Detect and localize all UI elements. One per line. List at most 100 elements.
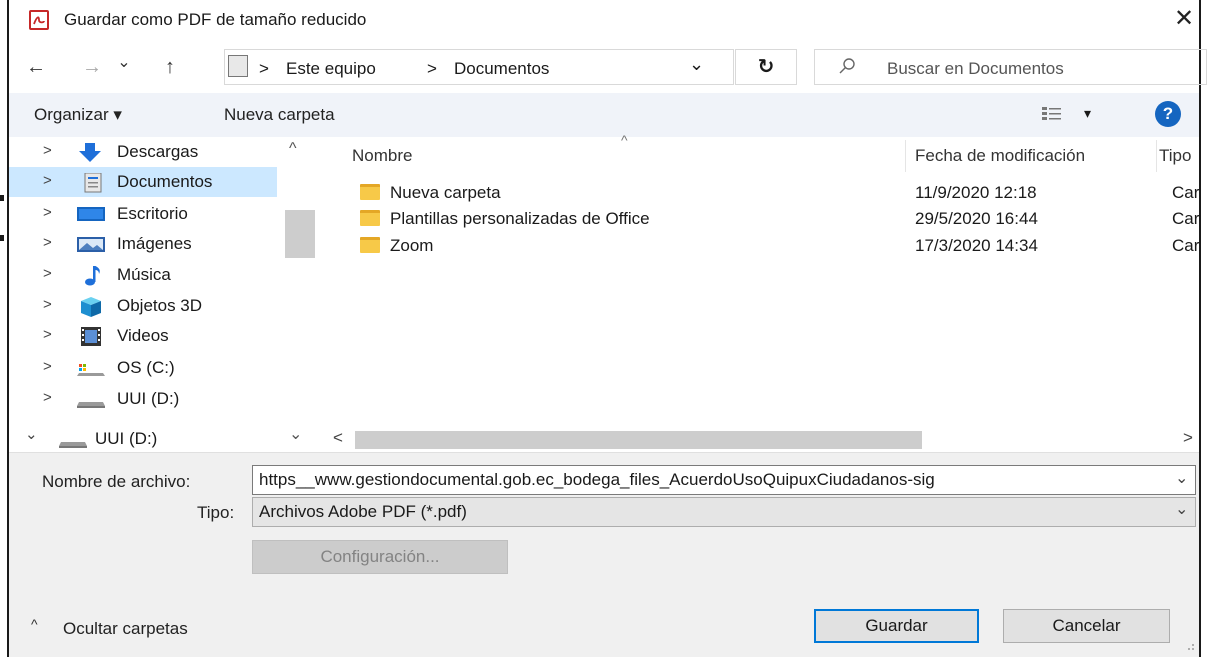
nav-item-label: Descargas xyxy=(117,142,199,161)
breadcrumb-separator: > xyxy=(427,59,437,78)
adobe-pdf-icon xyxy=(29,10,49,30)
file-name: Plantillas personalizadas de Office xyxy=(390,209,650,228)
folder-icon xyxy=(360,210,380,226)
background-window-edge xyxy=(0,235,4,241)
resize-grip-icon[interactable] xyxy=(1185,638,1195,650)
nav-item-uui-d[interactable]: > UUI (D:) xyxy=(9,384,277,414)
nav-scrollbar-thumb[interactable] xyxy=(285,210,315,258)
scroll-up-button[interactable]: ^ xyxy=(289,140,297,158)
collapse-arrow-icon[interactable]: ⌄ xyxy=(25,425,38,443)
horizontal-scrollbar-thumb[interactable] xyxy=(355,431,922,449)
nav-item-label: Música xyxy=(117,265,171,284)
nav-item-label: UUI (D:) xyxy=(117,389,180,408)
nav-item-label: OS (C:) xyxy=(117,358,175,377)
address-dropdown-button[interactable]: ⌄ xyxy=(689,54,704,75)
file-row[interactable]: Plantillas personalizadas de Office 29/5… xyxy=(352,208,1199,234)
column-header-modified[interactable]: Fecha de modificación xyxy=(915,146,1085,166)
background-window-edge xyxy=(0,195,4,201)
search-input[interactable]: Buscar en Documentos xyxy=(887,59,1064,79)
new-folder-button[interactable]: Nueva carpeta xyxy=(224,105,335,125)
nav-item-escritorio[interactable]: > Escritorio xyxy=(9,199,277,229)
breadcrumb-este-equipo[interactable]: Este equipo xyxy=(286,59,376,79)
nav-item-label: Objetos 3D xyxy=(117,296,203,315)
nav-item-label: UUI (D:) xyxy=(95,429,158,448)
sort-indicator-icon: ^ xyxy=(621,132,628,148)
nav-item-label: Escritorio xyxy=(117,204,188,223)
hide-folders-button[interactable]: Ocultar carpetas xyxy=(63,619,188,639)
column-header-type[interactable]: Tipo xyxy=(1159,146,1191,166)
file-type: Carpeta de archivos xyxy=(1172,236,1199,255)
filename-label: Nombre de archivo: xyxy=(42,472,191,491)
expand-arrow-icon[interactable]: > xyxy=(43,389,52,406)
music-icon xyxy=(77,266,105,286)
column-header-name[interactable]: Nombre xyxy=(352,146,412,166)
expand-arrow-icon[interactable]: > xyxy=(43,204,52,221)
expand-arrow-icon[interactable]: > xyxy=(43,142,52,159)
expand-arrow-icon[interactable]: > xyxy=(43,296,52,313)
scroll-right-button[interactable]: > xyxy=(1183,428,1193,448)
up-button[interactable]: ↑ xyxy=(157,52,183,82)
desktop-icon xyxy=(77,205,105,223)
nav-item-uui-d-expanded[interactable]: ⌄ UUI (D:) xyxy=(9,424,279,454)
drive-d-icon xyxy=(59,430,87,448)
nav-item-videos[interactable]: > Videos xyxy=(9,321,277,351)
recent-locations-button[interactable]: ⌄ xyxy=(113,48,135,78)
nav-item-os-c[interactable]: > OS (C:) xyxy=(9,353,277,383)
nav-item-label: Imágenes xyxy=(117,234,192,253)
column-divider[interactable] xyxy=(905,140,906,172)
file-type-dropdown-icon[interactable]: ⌄ xyxy=(1175,499,1188,519)
forward-button[interactable]: → xyxy=(79,52,105,82)
nav-item-objetos-3d[interactable]: > Objetos 3D xyxy=(9,291,277,321)
file-modified: 11/9/2020 12:18 xyxy=(915,183,1037,202)
view-options-icon[interactable] xyxy=(1041,105,1063,128)
file-name: Nueva carpeta xyxy=(390,183,501,202)
expand-arrow-icon[interactable]: > xyxy=(43,326,52,343)
nav-item-musica[interactable]: > Música xyxy=(9,260,277,290)
file-row[interactable]: Zoom 17/3/2020 14:34 Carpeta de archivos xyxy=(352,235,1199,261)
videos-icon xyxy=(77,327,105,346)
expand-arrow-icon[interactable]: > xyxy=(43,358,52,375)
expand-arrow-icon[interactable]: > xyxy=(43,265,52,282)
expand-arrow-icon[interactable]: > xyxy=(43,172,52,189)
file-row[interactable]: Nueva carpeta 11/9/2020 12:18 Carpeta de… xyxy=(352,182,1199,208)
help-button[interactable]: ? xyxy=(1155,101,1181,127)
scroll-left-button[interactable]: < xyxy=(333,428,343,448)
file-type-select[interactable]: Archivos Adobe PDF (*.pdf) xyxy=(252,497,1196,527)
hide-folders-icon[interactable]: ^ xyxy=(31,616,38,632)
expand-arrow-icon[interactable]: > xyxy=(43,234,52,251)
close-button[interactable]: ✕ xyxy=(1169,4,1199,34)
file-name: Zoom xyxy=(390,236,434,255)
drive-c-icon xyxy=(77,359,105,377)
nav-item-imagenes[interactable]: > Imágenes xyxy=(9,229,277,259)
search-icon xyxy=(837,56,857,81)
save-button[interactable]: Guardar xyxy=(814,609,979,643)
documents-icon xyxy=(77,172,105,193)
breadcrumb-documentos[interactable]: Documentos xyxy=(454,59,549,79)
nav-item-documentos[interactable]: > Documentos xyxy=(9,167,277,197)
drive-d-icon xyxy=(77,390,105,408)
scroll-down-button[interactable]: ⌄ xyxy=(289,424,302,444)
back-button[interactable]: ← xyxy=(21,52,51,82)
organize-button[interactable]: Organizar ▾ xyxy=(34,105,122,125)
nav-scrollbar[interactable] xyxy=(279,140,317,428)
file-modified: 17/3/2020 14:34 xyxy=(915,236,1038,255)
file-modified: 29/5/2020 16:44 xyxy=(915,209,1038,228)
pictures-icon xyxy=(77,235,105,253)
cancel-button[interactable]: Cancelar xyxy=(1003,609,1170,643)
downloads-icon xyxy=(77,143,105,162)
filename-dropdown-button[interactable]: ⌄ xyxy=(1175,468,1188,488)
nav-item-descargas[interactable]: > Descargas xyxy=(9,137,277,167)
3d-objects-icon xyxy=(77,297,105,317)
type-label: Tipo: xyxy=(197,503,235,522)
window-title: Guardar como PDF de tamaño reducido xyxy=(64,10,367,29)
filename-input[interactable]: https__www.gestiondocumental.gob.ec_bode… xyxy=(252,465,1196,495)
column-divider[interactable] xyxy=(1156,140,1157,172)
refresh-button[interactable]: ↻ xyxy=(735,49,797,85)
settings-button[interactable]: Configuración... xyxy=(252,540,508,574)
breadcrumb-separator: > xyxy=(259,59,269,78)
file-type: Carpeta de archivos xyxy=(1172,209,1199,228)
file-type: Carpeta de archivos xyxy=(1172,183,1199,202)
folder-icon xyxy=(360,184,380,200)
view-dropdown-button[interactable]: ▾ xyxy=(1084,105,1091,122)
documents-icon xyxy=(228,55,248,77)
